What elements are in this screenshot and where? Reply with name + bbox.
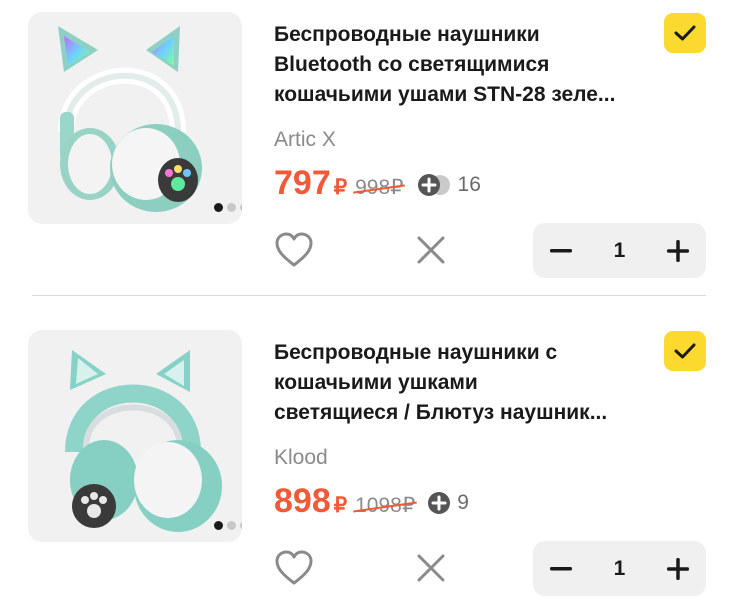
quantity-value: 1 [613, 556, 626, 580]
quantity-stepper: 1 [533, 223, 706, 278]
quantity-value: 1 [613, 238, 626, 262]
heart-outline-icon [275, 550, 313, 585]
title-line: Беспроводные наушники с [274, 341, 558, 364]
item-divider [32, 295, 706, 296]
favorite-button[interactable] [274, 231, 314, 269]
image-pagination [214, 203, 242, 212]
pagination-dot [214, 203, 223, 212]
title-line: кошачьими ушами STN-28 зеле... [274, 83, 616, 106]
select-checkbox[interactable] [664, 13, 706, 53]
increase-button[interactable] [650, 541, 706, 596]
select-checkbox[interactable] [664, 331, 706, 371]
current-price: 898 [274, 482, 331, 520]
remove-button[interactable] [413, 232, 449, 268]
pagination-dot [227, 203, 236, 212]
pagination-dot [214, 521, 223, 530]
remove-button[interactable] [413, 550, 449, 586]
product-title[interactable]: Беспроводные наушники Bluetooth со светя… [274, 20, 654, 110]
pagination-dot [227, 521, 236, 530]
old-price: 1098₽ [355, 494, 416, 517]
title-line: Bluetooth со светящимися [274, 53, 550, 76]
checkmark-icon [674, 343, 696, 359]
current-price: 797 [274, 164, 331, 202]
increase-button[interactable] [650, 223, 706, 278]
pagination-dot [240, 203, 242, 212]
price-row: 797 ₽ 998₽ 16 [274, 164, 481, 208]
title-line: светящиеся / Блютуз наушник... [274, 401, 608, 424]
price-row: 898 ₽ 1098₽ 9 [274, 482, 469, 526]
decrease-button[interactable] [533, 541, 589, 596]
plus-icon [667, 239, 689, 262]
minus-icon [550, 566, 572, 570]
bonus-count: 9 [457, 491, 469, 514]
quantity-stepper: 1 [533, 541, 706, 596]
cat-ear-headphones-icon [65, 350, 222, 532]
plus-icon [667, 557, 689, 580]
close-icon [417, 554, 445, 582]
plus-points-icon [417, 174, 450, 196]
checkmark-icon [674, 25, 696, 41]
bonus-points: 9 [427, 491, 469, 515]
cat-ear-headphones-icon [58, 26, 202, 212]
bonus-points: 16 [416, 173, 481, 197]
seller-name[interactable]: Artic X [274, 128, 336, 152]
cart-item: Беспроводные наушники с кошачьими ушками… [0, 318, 734, 608]
seller-name[interactable]: Klood [274, 446, 328, 470]
minus-icon [550, 248, 572, 252]
title-line: Беспроводные наушники [274, 23, 540, 46]
pagination-dot [240, 521, 242, 530]
title-line: кошачьими ушками [274, 371, 478, 394]
decrease-button[interactable] [533, 223, 589, 278]
old-price: 998₽ [355, 176, 404, 199]
image-pagination [214, 521, 242, 530]
product-title[interactable]: Беспроводные наушники с кошачьими ушками… [274, 338, 654, 428]
currency-symbol: ₽ [333, 494, 348, 517]
heart-outline-icon [275, 232, 313, 267]
bonus-count: 16 [457, 173, 481, 196]
currency-symbol: ₽ [333, 176, 348, 199]
close-icon [417, 236, 445, 264]
product-image[interactable] [28, 12, 242, 224]
product-image[interactable] [28, 330, 242, 542]
plus-points-icon [428, 492, 451, 514]
favorite-button[interactable] [274, 549, 314, 587]
cart-item: Беспроводные наушники Bluetooth со светя… [0, 0, 734, 290]
